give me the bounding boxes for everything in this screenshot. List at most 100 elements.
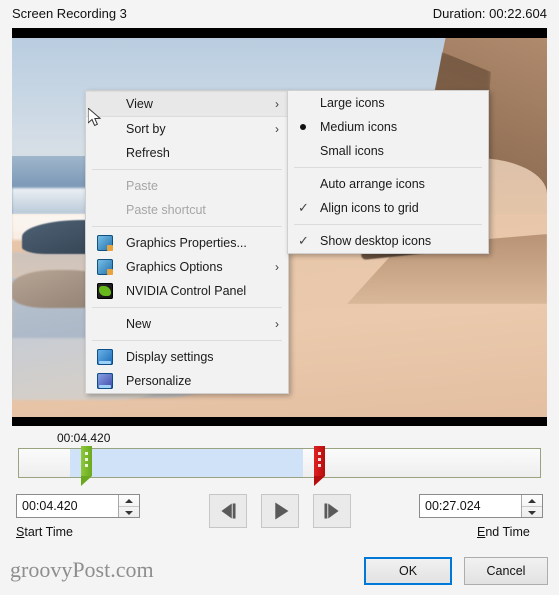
check-icon: ✓	[298, 200, 309, 215]
context-menu-item-personalize[interactable]: Personalize	[86, 369, 288, 393]
menu-separator	[92, 169, 282, 170]
mouse-cursor-icon	[87, 106, 102, 131]
end-time-label-rest: nd Time	[485, 525, 530, 539]
submenu-item-label: Auto arrange icons	[320, 177, 425, 191]
context-menu-item-display-settings[interactable]: Display settings	[86, 345, 288, 369]
monitor-icon	[97, 349, 113, 365]
submenu-item-large-icons[interactable]: Large icons	[288, 91, 488, 115]
submenu-item-label: Medium icons	[320, 120, 398, 134]
play-icon	[275, 502, 289, 520]
watermark: groovyPost.com	[10, 557, 154, 582]
end-time-label: End Time	[477, 525, 530, 539]
start-time-decrement-button[interactable]	[119, 506, 139, 518]
start-time-stepper[interactable]	[16, 494, 140, 518]
start-handle-tail	[81, 476, 92, 486]
chevron-right-icon: ›	[275, 122, 279, 136]
context-menu-item-label: View	[126, 97, 153, 111]
handle-grip	[85, 464, 88, 467]
caret-up-icon	[528, 499, 536, 503]
personalize-monitor-icon	[97, 373, 113, 389]
context-menu-item-label: Personalize	[126, 374, 192, 388]
chevron-right-icon: ›	[275, 260, 279, 274]
context-menu-item-new[interactable]: New ›	[86, 312, 288, 336]
context-menu-item-label: Paste	[126, 179, 158, 193]
chevron-right-icon: ›	[275, 317, 279, 331]
menu-separator	[92, 226, 282, 227]
start-trim-handle[interactable]	[81, 446, 92, 486]
intel-graphics-icon	[97, 259, 113, 275]
context-menu-item-label: Paste shortcut	[126, 203, 206, 217]
context-menu-item-sort-by[interactable]: Sort by ›	[86, 117, 288, 141]
context-menu-item-label: Sort by	[126, 122, 166, 136]
menu-separator	[92, 340, 282, 341]
context-menu-item-refresh[interactable]: Refresh	[86, 141, 288, 165]
submenu-item-show-desktop-icons[interactable]: ✓ Show desktop icons	[288, 229, 488, 253]
context-menu-item-paste-shortcut: Paste shortcut	[86, 198, 288, 222]
desktop-context-menu: View › Sort by › Refresh Paste Paste sho…	[85, 90, 289, 394]
playhead-time-label: 00:04.420	[57, 431, 111, 445]
nvidia-icon	[97, 283, 113, 299]
start-time-label: Start Time	[16, 525, 73, 539]
duration-label: Duration: 00:22.604	[432, 6, 547, 21]
video-preview[interactable]: View › Sort by › Refresh Paste Paste sho…	[12, 28, 547, 426]
intel-graphics-icon	[97, 235, 113, 251]
start-time-spin-buttons[interactable]	[118, 495, 139, 517]
menu-separator	[294, 224, 482, 225]
chevron-right-icon: ›	[275, 97, 279, 111]
previous-frame-button[interactable]	[209, 494, 247, 528]
letterbox-top	[12, 28, 547, 38]
end-trim-handle[interactable]	[314, 446, 325, 486]
context-menu-item-paste: Paste	[86, 174, 288, 198]
check-icon: ✓	[298, 233, 309, 248]
end-time-increment-button[interactable]	[522, 495, 542, 506]
next-frame-icon	[324, 503, 339, 519]
context-menu-item-label: Display settings	[126, 350, 214, 364]
end-handle-body	[314, 446, 325, 476]
context-menu-item-label: Graphics Properties...	[126, 236, 247, 250]
letterbox-bottom	[12, 417, 547, 426]
submenu-item-small-icons[interactable]: Small icons	[288, 139, 488, 163]
timeline-selection[interactable]	[70, 449, 303, 477]
context-menu-item-label: New	[126, 317, 152, 331]
caret-down-icon	[528, 511, 536, 515]
submenu-item-label: Show desktop icons	[320, 234, 432, 248]
submenu-item-align-icons-to-grid[interactable]: ✓ Align icons to grid	[288, 196, 488, 220]
submenu-item-label: Large icons	[320, 96, 385, 110]
context-menu-item-label: Graphics Options	[126, 260, 223, 274]
play-button[interactable]	[261, 494, 299, 528]
context-menu-item-graphics-options[interactable]: Graphics Options ›	[86, 255, 288, 279]
handle-grip	[318, 452, 321, 455]
end-handle-tail	[314, 476, 325, 486]
view-submenu: Large icons Medium icons Small icons Aut…	[287, 90, 489, 254]
end-time-stepper[interactable]	[419, 494, 543, 518]
handle-grip	[85, 458, 88, 461]
end-time-decrement-button[interactable]	[522, 506, 542, 518]
context-menu-item-label: NVIDIA Control Panel	[126, 284, 247, 298]
end-time-input[interactable]	[425, 497, 510, 515]
context-menu-item-view[interactable]: View ›	[86, 91, 288, 117]
start-time-label-rest: tart Time	[24, 525, 73, 539]
start-handle-body	[81, 446, 92, 476]
submenu-item-auto-arrange-icons[interactable]: Auto arrange icons	[288, 172, 488, 196]
end-time-spin-buttons[interactable]	[521, 495, 542, 517]
start-time-input[interactable]	[22, 497, 107, 515]
next-frame-button[interactable]	[313, 494, 351, 528]
context-menu-item-graphics-properties[interactable]: Graphics Properties...	[86, 231, 288, 255]
handle-grip	[85, 452, 88, 455]
menu-separator	[294, 167, 482, 168]
page-title: Screen Recording 3	[12, 6, 127, 21]
context-menu-item-nvidia-control-panel[interactable]: NVIDIA Control Panel	[86, 279, 288, 303]
menu-separator	[92, 307, 282, 308]
submenu-item-label: Small icons	[320, 144, 384, 158]
handle-grip	[318, 458, 321, 461]
handle-grip	[318, 464, 321, 467]
start-time-increment-button[interactable]	[119, 495, 139, 506]
submenu-item-label: Align icons to grid	[320, 201, 419, 215]
radio-selected-icon	[300, 124, 306, 130]
ok-button[interactable]: OK	[364, 557, 452, 585]
caret-up-icon	[125, 499, 133, 503]
previous-frame-icon	[221, 503, 236, 519]
submenu-item-medium-icons[interactable]: Medium icons	[288, 115, 488, 139]
cancel-button[interactable]: Cancel	[464, 557, 548, 585]
trim-video-dialog: Screen Recording 3 Duration: 00:22.604 V…	[0, 0, 559, 595]
